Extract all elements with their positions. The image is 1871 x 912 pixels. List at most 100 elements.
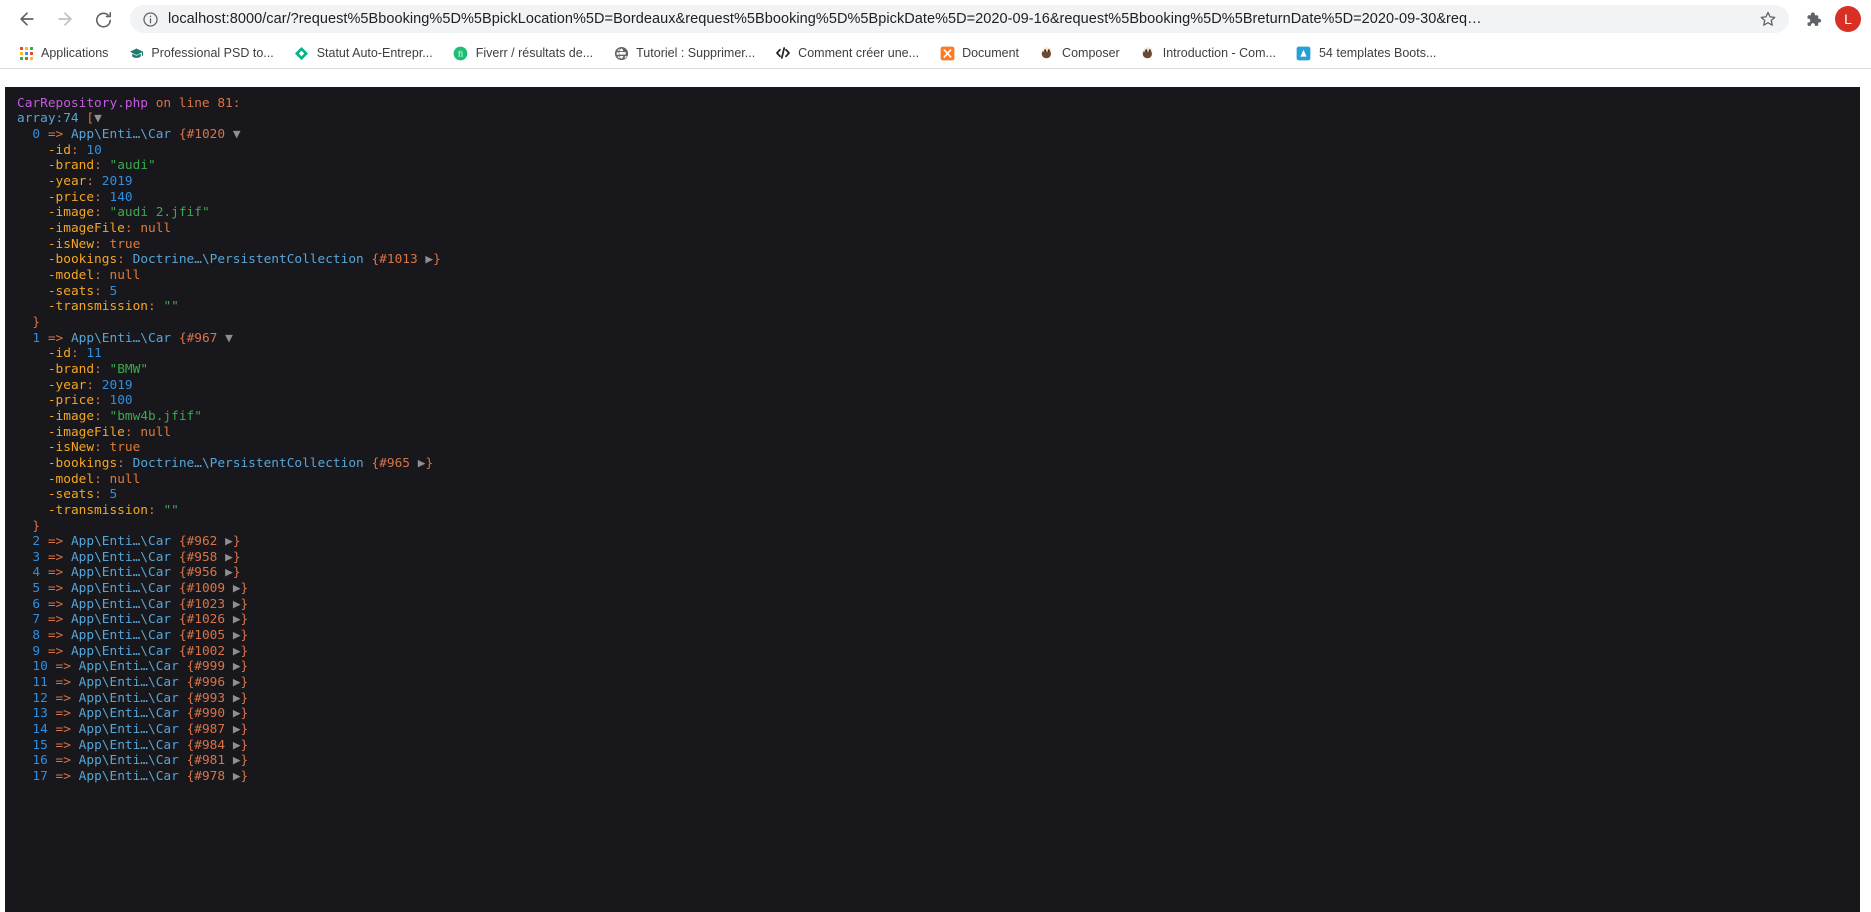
dump-toggle-icon[interactable]: ▶ (225, 550, 233, 565)
dump-toggle-icon[interactable]: ▶ (233, 722, 241, 737)
bookmark-professional-psd[interactable]: Professional PSD to... (120, 41, 281, 65)
dump-entry-line[interactable]: 2 => App\Enti…\Car {#962 ▶} (17, 534, 241, 550)
address-bar[interactable]: localhost:8000/car/?request%5Bbooking%5D… (130, 5, 1789, 33)
bookmark-statut-auto-entrepreneur[interactable]: Statut Auto-Entrepr... (286, 41, 441, 65)
dump-property-key: -transmission (47, 502, 148, 518)
dump-entry-line[interactable]: 3 => App\Enti…\Car {#958 ▶} (17, 549, 240, 565)
dump-entry-index: 16 (32, 753, 48, 769)
dump-entry-close: } (240, 722, 249, 738)
bookmark-comment-creer-une[interactable]: Comment créer une... (767, 41, 927, 65)
dump-entry-line[interactable]: 11 => App\Enti…\Car {#996 ▶} (17, 675, 248, 690)
reload-icon (95, 11, 111, 28)
dump-property-value: null (109, 471, 141, 487)
dump-entry-close: } (240, 753, 249, 769)
dump-entry-arrow: => (40, 628, 71, 644)
dump-source-file: CarRepository.php (17, 95, 148, 111)
browser-window: localhost:8000/car/?request%5Bbooking%5D… (0, 0, 1871, 912)
forward-button[interactable] (46, 3, 84, 35)
dump-entry-line[interactable]: 13 => App\Enti…\Car {#990 ▶} (17, 706, 248, 721)
bookmark-54-templates-bootstrap[interactable]: 54 templates Boots... (1288, 41, 1444, 65)
back-button[interactable] (8, 3, 46, 35)
dump-toggle-icon[interactable]: ▼ (94, 111, 102, 126)
dump-toggle-icon[interactable]: ▶ (233, 659, 241, 674)
dump-entry-close: } (232, 534, 241, 550)
dump-entry-line[interactable]: 14 => App\Enti…\Car {#987 ▶} (17, 722, 248, 737)
reload-button[interactable] (84, 3, 122, 35)
dump-entry-arrow: => (47, 722, 79, 738)
dump-property-line: -brand: "BMW" (47, 361, 149, 377)
dump-toggle-icon[interactable]: ▼ (225, 331, 233, 346)
dump-entry-line[interactable]: 8 => App\Enti…\Car {#1005 ▶} (17, 628, 248, 643)
dump-entry-line[interactable]: 15 => App\Enti…\Car {#984 ▶} (17, 738, 248, 753)
dump-toggle-icon[interactable]: ▶ (233, 597, 241, 612)
page-viewport: CarRepository.php on line 81: array:74 [… (0, 69, 1871, 912)
dump-toggle-icon[interactable]: ▶ (233, 769, 241, 784)
dump-entry-class: App\Enti…\Car (78, 706, 179, 722)
dump-entry-arrow: => (47, 690, 79, 706)
bookmark-applications[interactable]: Applications (10, 41, 116, 65)
dump-toggle-icon[interactable]: ▶ (233, 644, 241, 659)
dump-property-key: -transmission (47, 299, 148, 315)
dump-property-value: "BMW" (109, 361, 149, 377)
bootstrap-icon (1296, 45, 1312, 61)
var-dump-output[interactable]: CarRepository.php on line 81: array:74 [… (5, 86, 1860, 912)
bookmark-document[interactable]: Document (931, 41, 1027, 65)
dump-property-key: -price (47, 393, 95, 409)
dump-toggle-icon[interactable]: ▶ (225, 534, 233, 549)
dump-toggle-icon[interactable]: ▶ (233, 738, 241, 753)
dump-toggle-icon[interactable]: ▶ (233, 628, 241, 643)
svg-text:fi: fi (458, 48, 464, 58)
dump-toggle-icon[interactable]: ▶ (425, 252, 433, 267)
star-icon[interactable] (1755, 6, 1781, 32)
dump-entry-line[interactable]: 1 => App\Enti…\Car {#967 ▼ (17, 330, 233, 346)
dump-entry-class: App\Enti…\Car (70, 581, 172, 597)
bookmark-composer[interactable]: Composer (1031, 41, 1128, 65)
info-circle-icon[interactable] (142, 11, 159, 28)
dump-toggle-icon[interactable]: ▶ (233, 706, 241, 721)
dump-toggle-icon[interactable]: ▶ (233, 753, 241, 768)
dump-root-line[interactable]: array:74 [▼ (17, 111, 102, 126)
dump-entry-arrow: => (40, 549, 71, 565)
dump-property-key: -seats (47, 487, 95, 503)
dump-entry-handle: {#1002 (178, 643, 226, 659)
dump-entry-line[interactable]: 4 => App\Enti…\Car {#956 ▶} (17, 565, 240, 580)
dump-entry-line[interactable]: 9 => App\Enti…\Car {#1002 ▶} (17, 644, 248, 659)
dump-toggle-icon[interactable]: ▶ (233, 691, 241, 706)
dump-property-key: -year (47, 174, 87, 190)
dump-entry-arrow: => (40, 330, 71, 346)
dump-entry-handle: {#978 (186, 769, 226, 785)
dump-property-key: -brand (47, 361, 95, 377)
globe-icon (613, 45, 629, 61)
dump-toggle-icon[interactable]: ▶ (233, 675, 241, 690)
bookmark-label: 54 templates Boots... (1318, 46, 1437, 60)
dump-entry-class: App\Enti…\Car (78, 690, 179, 706)
dump-entry-arrow: => (47, 737, 79, 753)
dump-entry-line[interactable]: 6 => App\Enti…\Car {#1023 ▶} (17, 597, 248, 612)
dump-entry-arrow: => (40, 581, 71, 597)
dump-entry-line[interactable]: 17 => App\Enti…\Car {#978 ▶} (17, 769, 248, 784)
dump-entry-class: App\Enti…\Car (70, 330, 172, 346)
extensions-button[interactable] (1795, 3, 1829, 35)
dump-entry-close: } (240, 628, 249, 644)
dump-entry-line[interactable]: 10 => App\Enti…\Car {#999 ▶} (17, 659, 248, 674)
bookmark-fiverr[interactable]: fi Fiverr / résultats de... (445, 41, 601, 65)
dump-entry-close: } (240, 659, 249, 675)
dump-entry-line[interactable]: 5 => App\Enti…\Car {#1009 ▶} (17, 581, 248, 596)
dump-property-key: -model (47, 471, 95, 487)
dump-entry-line[interactable]: 16 => App\Enti…\Car {#981 ▶} (17, 753, 248, 768)
bookmark-introduction-composer[interactable]: Introduction - Com... (1132, 41, 1284, 65)
dump-toggle-icon[interactable]: ▶ (233, 581, 241, 596)
dump-toggle-icon[interactable]: ▶ (233, 612, 241, 627)
dump-property-key: -image (47, 205, 95, 221)
dump-entry-line[interactable]: 7 => App\Enti…\Car {#1026 ▶} (17, 612, 248, 627)
dump-entry-line[interactable]: 0 => App\Enti…\Car {#1020 ▼ (17, 127, 241, 142)
dump-toggle-icon[interactable]: ▶ (225, 565, 233, 580)
dump-entry-line[interactable]: 12 => App\Enti…\Car {#993 ▶} (17, 691, 248, 706)
dump-entry-arrow: => (47, 753, 79, 769)
profile-avatar[interactable]: L (1835, 6, 1861, 32)
dump-property-line: -image: "audi 2.jfif" (47, 205, 210, 221)
url-text[interactable]: localhost:8000/car/?request%5Bbooking%5D… (168, 11, 1751, 27)
bookmark-tutoriel-supprimer[interactable]: Tutoriel : Supprimer... (605, 41, 763, 65)
dump-toggle-icon[interactable]: ▼ (233, 127, 241, 142)
dump-entry-handle: {#996 (186, 675, 226, 691)
